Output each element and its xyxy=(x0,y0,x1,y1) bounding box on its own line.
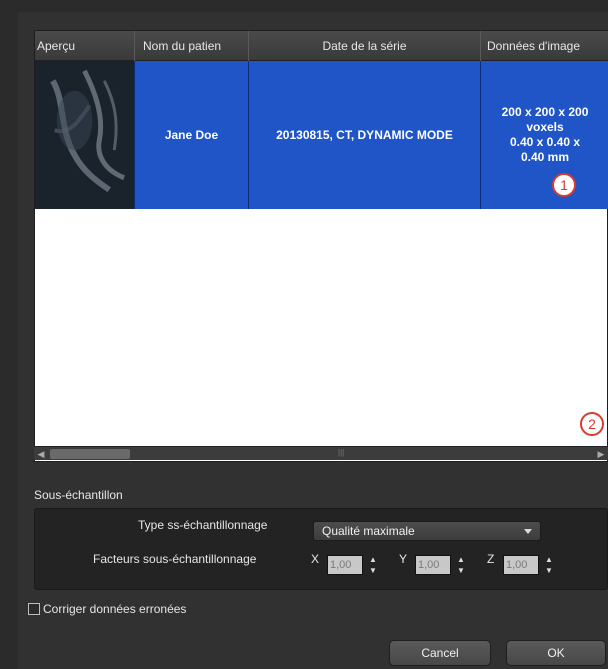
image-data-cell: 200 x 200 x 200 voxels 0.40 x 0.40 x 0.4… xyxy=(481,61,608,209)
image-data-line: 200 x 200 x 200 xyxy=(501,105,589,119)
column-header-series-date[interactable]: Date de la série xyxy=(249,31,481,61)
callout-badge-1: 1 xyxy=(552,173,576,197)
z-axis-label: Z xyxy=(487,552,495,566)
fix-erroneous-checkbox[interactable] xyxy=(28,603,40,615)
y-axis-label: Y xyxy=(399,552,408,566)
fix-erroneous-label: Corriger données erronées xyxy=(43,602,187,616)
callout-badge-2: 2 xyxy=(580,412,604,436)
scrollbar-thumb[interactable] xyxy=(50,449,130,459)
subsample-factors-label: Facteurs sous-échantillonnage xyxy=(93,552,257,566)
column-header-patient-name[interactable]: Nom du patien xyxy=(135,31,249,61)
x-factor-stepper-icon[interactable]: ▲ ▼ xyxy=(369,554,377,576)
image-data-line: voxels xyxy=(526,120,564,134)
cancel-button[interactable]: Cancel xyxy=(389,640,491,666)
subsample-section-title: Sous-échantillon xyxy=(34,488,123,502)
image-data-line: 0.40 mm xyxy=(520,150,570,164)
horizontal-scrollbar[interactable]: ◀ ||| ▶ xyxy=(34,446,608,460)
table-row[interactable]: Jane Doe 20130815, CT, DYNAMIC MODE 200 … xyxy=(35,61,608,209)
fix-erroneous-option[interactable]: Corriger données erronées xyxy=(28,602,186,616)
z-factor-stepper-icon[interactable]: ▲ ▼ xyxy=(545,554,553,576)
patient-name-cell: Jane Doe xyxy=(135,61,249,209)
scrollbar-grip-icon: ||| xyxy=(338,448,345,457)
column-header-preview[interactable]: Aperçu xyxy=(35,31,135,61)
x-factor-field[interactable]: 1,00 xyxy=(327,555,363,575)
y-factor-stepper-icon[interactable]: ▲ ▼ xyxy=(457,554,465,576)
subsample-type-label: Type ss-échantillonnage xyxy=(138,518,268,532)
ct-scan-image xyxy=(35,61,134,208)
scroll-left-icon[interactable]: ◀ xyxy=(34,447,48,461)
subsample-group: Type ss-échantillonnage Qualité maximale… xyxy=(34,508,608,590)
series-table[interactable]: Aperçu Nom du patien Date de la série Do… xyxy=(34,30,608,462)
image-data-line: 0.40 x 0.40 x xyxy=(509,135,581,149)
y-factor-field[interactable]: 1,00 xyxy=(415,555,451,575)
z-factor-field[interactable]: 1,00 xyxy=(503,555,539,575)
ok-button[interactable]: OK xyxy=(506,640,606,666)
table-header: Aperçu Nom du patien Date de la série Do… xyxy=(35,31,608,61)
column-header-image-data[interactable]: Données d'image xyxy=(481,31,608,61)
x-axis-label: X xyxy=(311,552,320,566)
scroll-right-icon[interactable]: ▶ xyxy=(594,447,608,461)
subsample-type-select[interactable]: Qualité maximale xyxy=(313,521,541,541)
chevron-down-icon xyxy=(524,529,532,534)
subsample-type-value: Qualité maximale xyxy=(322,524,415,538)
series-date-cell: 20130815, CT, DYNAMIC MODE xyxy=(249,61,481,209)
preview-thumbnail xyxy=(35,61,135,209)
